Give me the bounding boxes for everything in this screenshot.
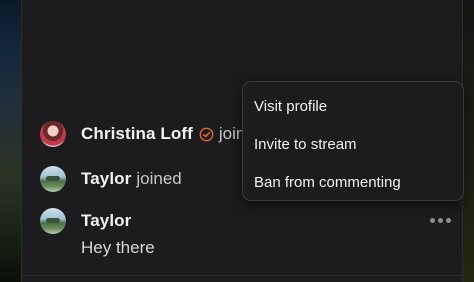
username[interactable]: Taylor xyxy=(81,169,131,189)
username[interactable]: Taylor xyxy=(81,211,131,231)
verified-check-icon xyxy=(199,127,214,142)
avatar[interactable] xyxy=(40,166,66,192)
chat-message[interactable]: Taylor xyxy=(40,208,131,234)
menu-item-ban-from-commenting[interactable]: Ban from commenting xyxy=(243,164,463,202)
more-options-icon[interactable] xyxy=(430,218,451,223)
join-status: joined xyxy=(136,169,182,188)
menu-item-visit-profile[interactable]: Visit profile xyxy=(243,88,463,126)
chat-row-join: Christina Loff joined xyxy=(40,121,264,147)
live-chat-window: Christina Loff joined Taylor joined Tayl… xyxy=(0,0,474,282)
divider xyxy=(22,275,462,276)
menu-item-invite-to-stream[interactable]: Invite to stream xyxy=(243,126,463,164)
context-menu: Visit profile Invite to stream Ban from … xyxy=(242,81,464,201)
chat-row-join: Taylor joined xyxy=(40,166,182,192)
video-preview-left xyxy=(0,0,22,282)
message-text: Hey there xyxy=(81,238,155,257)
username[interactable]: Christina Loff xyxy=(81,124,193,144)
avatar[interactable] xyxy=(40,208,66,234)
avatar[interactable] xyxy=(40,121,66,147)
